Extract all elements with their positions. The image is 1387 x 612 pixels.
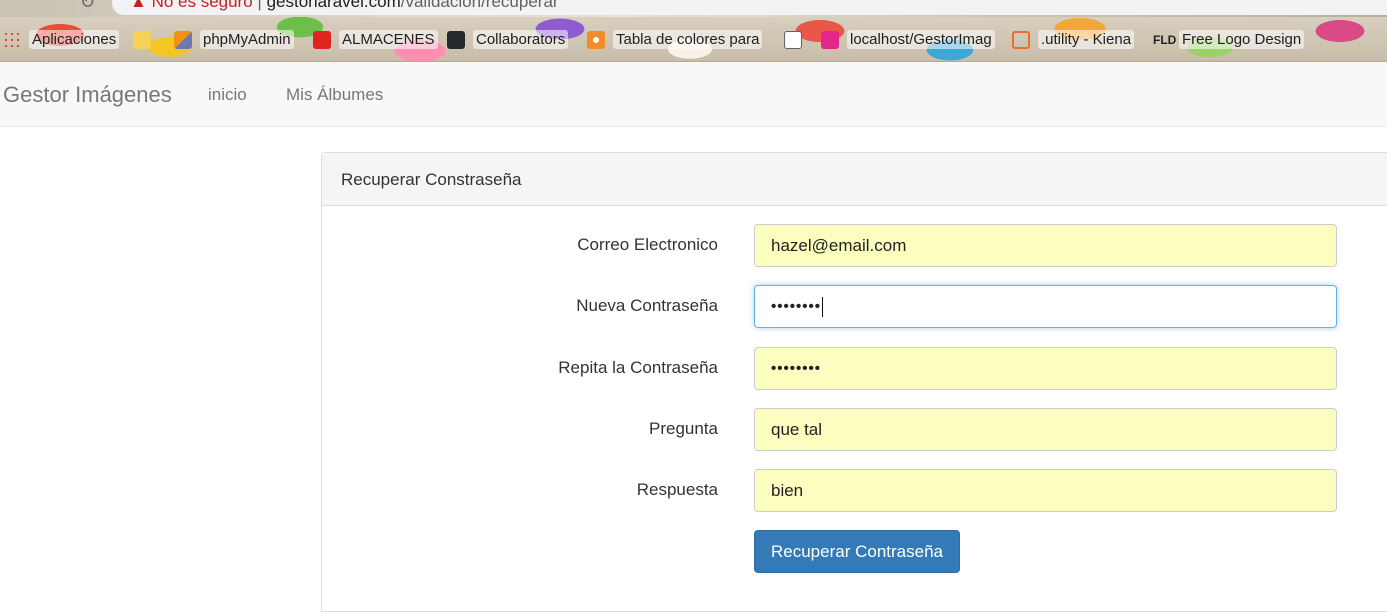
bookmarks-bar: Aplicaciones phpMyAdmin ALMACENES Collab… [0,17,1387,62]
terminal-icon [313,30,331,49]
brand-link[interactable]: Gestor Imágenes [3,82,172,108]
form-row-question: Pregunta que tal [322,408,1387,451]
document-icon [784,30,802,49]
phpmyadmin-icon [174,30,192,49]
new-password-field[interactable]: •••••••• [754,285,1337,328]
repeat-password-label: Repita la Contraseña [558,358,718,377]
answer-field[interactable]: bien [754,469,1337,512]
bookmark-label: Collaborators [473,30,569,49]
new-password-value: •••••••• [771,298,822,315]
reload-icon[interactable]: ↻ [80,0,95,13]
address-host: gestorlaravel.com [266,0,401,11]
bookmark-label: Free Logo Design [1179,30,1305,49]
text-caret [822,296,824,317]
palette-icon [587,30,605,49]
address-separator: | [257,0,262,11]
wamp-icon [821,30,839,49]
bookmark-tabla-colores[interactable]: Tabla de colores para [587,17,763,62]
form-row-email: Correo Electronico hazel@email.com [322,224,1387,267]
bookmark-localhost[interactable]: localhost/GestorImag [821,17,995,62]
repeat-password-value: •••••••• [771,360,822,377]
question-value: que tal [771,419,823,439]
recover-panel: Recuperar Constraseña Correo Electronico… [321,152,1387,612]
bookmark-label: phpMyAdmin [200,30,294,49]
repeat-password-field[interactable]: •••••••• [754,347,1337,390]
form-row-repeat-password: Repita la Contraseña •••••••• [322,347,1387,390]
address-path: /validacion/recuperar [400,0,559,11]
email-value: hazel@email.com [771,235,907,255]
bookmark-document[interactable] [784,17,810,62]
address-bar[interactable]: ▲ No es seguro | gestorlaravel.com/valid… [112,0,1387,15]
recover-password-button[interactable]: Recuperar Contraseña [754,530,960,573]
bookmark-utility-kiena[interactable]: .utility - Kiena [1012,17,1135,62]
bookmark-label: .utility - Kiena [1038,30,1135,49]
panel-heading: Recuperar Constraseña [322,153,1387,206]
question-field[interactable]: que tal [754,408,1337,451]
bookmark-collaborators[interactable]: Collaborators [447,17,569,62]
bookmark-label: Aplicaciones [29,30,120,49]
warning-icon: ▲ [130,0,147,11]
answer-label: Respuesta [636,480,718,499]
nav-link-inicio[interactable]: inicio [208,85,247,105]
bookmark-free-logo-design[interactable]: FLD Free Logo Design [1153,17,1305,62]
nav-link-mis-albumes[interactable]: Mis Álbumes [286,85,383,105]
browser-toolbar: ↻ ▲ No es seguro | gestorlaravel.com/val… [0,0,1387,17]
security-warning: No es seguro [151,0,253,11]
email-label: Correo Electronico [577,235,718,254]
folder-icon [133,30,151,49]
apps-grid-icon [3,30,21,49]
email-field[interactable]: hazel@email.com [754,224,1337,267]
bookmark-label: ALMACENES [339,30,438,49]
fld-icon: FLD [1153,32,1177,47]
new-password-label: Nueva Contraseña [576,296,718,315]
bookmark-label: Tabla de colores para [613,30,763,49]
github-icon [447,30,465,49]
bookmark-phpmyadmin[interactable]: phpMyAdmin [174,17,294,62]
bookmark-folder[interactable] [133,17,159,62]
answer-value: bien [771,480,804,500]
form-row-answer: Respuesta bien [322,469,1387,512]
navbar: Gestor Imágenes inicio Mis Álbumes [0,62,1387,127]
bookmark-aplicaciones[interactable]: Aplicaciones [3,17,120,62]
bookmark-label: localhost/GestorImag [847,30,995,49]
question-label: Pregunta [649,419,718,438]
form-row-new-password: Nueva Contraseña •••••••• [322,285,1387,328]
cloud-icon [1012,30,1030,49]
bookmark-almacenes[interactable]: ALMACENES [313,17,438,62]
